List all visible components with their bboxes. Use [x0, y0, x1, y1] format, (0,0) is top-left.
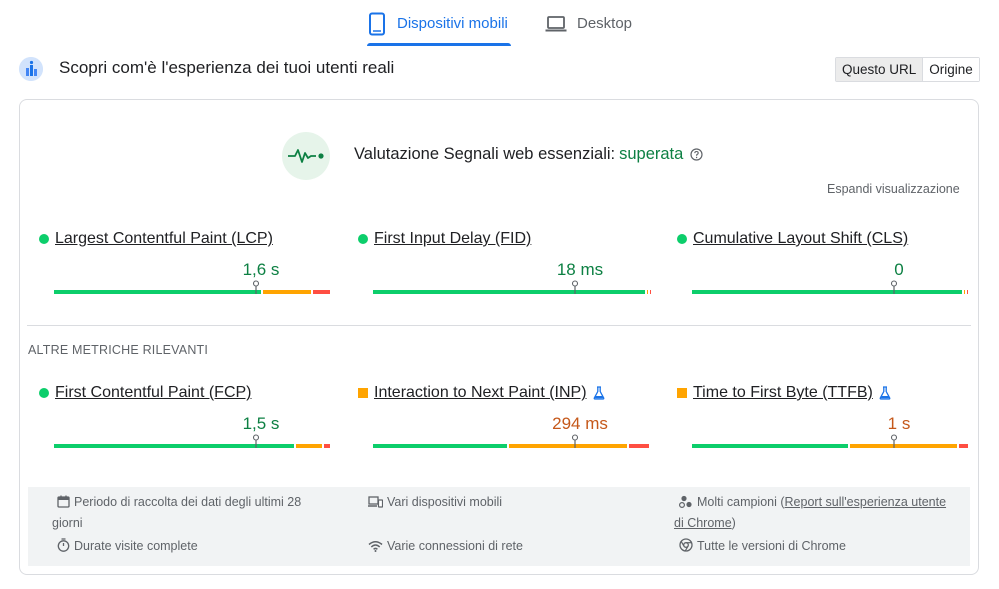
average-segment [646, 290, 648, 294]
p75-marker-icon [571, 434, 578, 448]
distribution-bar [692, 434, 970, 448]
connections-text: Varie connessioni di rete [387, 539, 523, 553]
metric-label[interactable]: Interaction to Next Paint (INP) [374, 384, 587, 402]
expand-view-link[interactable]: Espandi visualizzazione [827, 182, 960, 196]
metric-value: 1,6 s [242, 260, 280, 279]
chrome-versions-text: Tutte le versioni di Chrome [697, 539, 846, 553]
tab-desktop-label: Desktop [577, 15, 633, 32]
active-tab-indicator [367, 43, 511, 46]
average-segment [850, 444, 957, 448]
distribution-bar [373, 434, 651, 448]
stopwatch-icon [57, 538, 70, 558]
good-status-dot [677, 234, 687, 244]
good-segment [373, 444, 508, 448]
good-status-dot [358, 234, 368, 244]
samples-suffix-text: ) [731, 516, 736, 530]
crux-users-icon [19, 57, 43, 81]
cwv-assessment-label: Valutazione Segnali web essenziali: [354, 145, 616, 163]
tab-mobile-label: Dispositivi mobili [397, 15, 508, 32]
connections-info: Varie connessioni di rete [368, 537, 523, 558]
visit-duration-text: Durate visite complete [74, 539, 198, 553]
laptop-icon [545, 15, 567, 33]
experimental-flask-icon [879, 386, 891, 400]
metric-value: 1,5 s [242, 414, 280, 433]
smartphone-icon [367, 12, 387, 36]
devices-icon [368, 495, 384, 514]
metric-value: 1 s [887, 414, 911, 433]
good-status-dot [39, 388, 49, 398]
distribution-bar [54, 434, 332, 448]
experimental-flask-icon [593, 386, 605, 400]
other-metrics-heading: ALTRE METRICHE RILEVANTI [28, 343, 209, 357]
section-title: Scopri com'è l'esperienza dei tuoi utent… [59, 58, 395, 77]
poor-segment [323, 444, 330, 448]
average-segment [509, 444, 627, 448]
calendar-icon [57, 495, 70, 514]
cwv-pulse-icon [282, 132, 330, 180]
distribution-bar [373, 280, 651, 294]
average-status-square [677, 388, 687, 398]
p75-marker-icon [890, 434, 897, 448]
tab-mobile[interactable]: Dispositivi mobili [367, 0, 511, 47]
good-status-dot [39, 234, 49, 244]
metric-label[interactable]: Largest Contentful Paint (LCP) [55, 230, 273, 248]
collection-period-text: Periodo di raccolta dei dati degli ultim… [52, 495, 302, 530]
cwv-assessment-status: superata [619, 145, 684, 163]
poor-segment [967, 290, 969, 294]
distribution-bar [54, 280, 332, 294]
cwv-assessment: Valutazione Segnali web essenziali: supe… [354, 145, 703, 164]
section-divider [27, 325, 971, 326]
p75-marker-icon [571, 280, 578, 294]
poor-segment [958, 444, 968, 448]
metric-label[interactable]: First Input Delay (FID) [374, 230, 531, 248]
metric-label[interactable]: First Contentful Paint (FCP) [55, 384, 252, 402]
average-segment [964, 290, 966, 294]
samples-info: Molti campioni (Report sull'esperienza u… [674, 493, 959, 533]
poor-segment [628, 444, 649, 448]
devices-info: Vari dispositivi mobili [368, 493, 502, 514]
good-segment [692, 290, 963, 294]
samples-prefix-text: Molti campioni ( [697, 495, 785, 509]
metric-label[interactable]: Cumulative Layout Shift (CLS) [693, 230, 908, 248]
origin-button[interactable]: Origine [923, 58, 979, 81]
this-url-button[interactable]: Questo URL [836, 58, 924, 81]
poor-segment [649, 290, 651, 294]
metric-label[interactable]: Time to First Byte (TTFB) [693, 384, 873, 402]
p75-marker-icon [252, 280, 259, 294]
good-segment [373, 290, 645, 294]
poor-segment [312, 290, 330, 294]
average-segment [295, 444, 322, 448]
average-segment [262, 290, 311, 294]
metric-value: 18 ms [556, 260, 604, 279]
collection-period-info: Periodo di raccolta dei dati degli ultim… [52, 493, 332, 533]
visit-duration-info: Durate visite complete [57, 537, 198, 558]
p75-marker-icon [252, 434, 259, 448]
wifi-icon [368, 539, 383, 558]
metric-value: 294 ms [552, 414, 608, 433]
help-icon[interactable] [690, 148, 703, 161]
samples-dots-icon [678, 495, 693, 514]
good-segment [692, 444, 849, 448]
good-segment [54, 290, 261, 294]
p75-marker-icon [890, 280, 897, 294]
chrome-versions-info: Tutte le versioni di Chrome [679, 537, 846, 558]
distribution-bar [692, 280, 970, 294]
metric-value: 0 [894, 260, 904, 279]
url-origin-toggle: Questo URL Origine [835, 57, 980, 82]
tab-desktop[interactable]: Desktop [545, 0, 645, 47]
devices-text: Vari dispositivi mobili [387, 495, 503, 509]
device-tabs: Dispositivi mobili Desktop [0, 0, 999, 47]
chrome-icon [679, 538, 693, 558]
average-status-square [358, 388, 368, 398]
